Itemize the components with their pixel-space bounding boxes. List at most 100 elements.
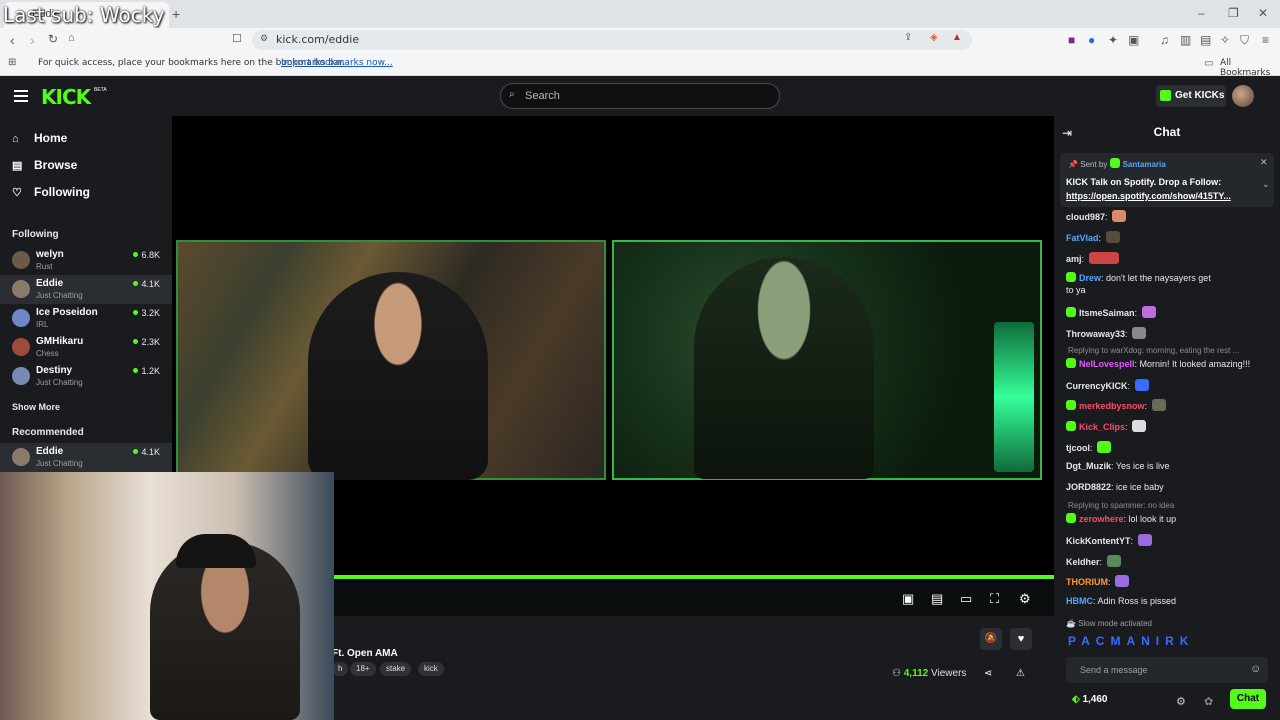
extension-icon-2[interactable]: ● [1088,33,1095,47]
brave-shield-icon[interactable]: ◈ [930,32,938,43]
sidebar-nav-home[interactable]: ⌂ Home [12,131,67,145]
sidebar-channel-destiny[interactable]: Destiny Just Chatting 1.2K [0,362,172,391]
send-chat-button[interactable]: Chat [1230,689,1266,709]
search-input[interactable]: ⌕ Search [500,83,780,109]
maximize-icon[interactable]: ❐ [1228,6,1239,20]
chat-username[interactable]: HBMC [1066,596,1093,606]
user-avatar[interactable] [1232,85,1254,107]
chat-username[interactable]: Kick_Clips [1079,422,1125,432]
chat-username[interactable]: Dgt_Muzik [1066,461,1111,471]
stream-tag[interactable]: kick [418,662,444,676]
rewards-icon[interactable]: ▲ [952,32,962,43]
extensions-puzzle-icon[interactable]: ✦ [1108,33,1118,47]
kick-logo[interactable]: KICK [41,85,91,109]
extension-icon[interactable]: ■ [1068,33,1075,47]
heart-icon: ♡ [12,187,22,199]
chat-username[interactable]: KickKontentYT [1066,536,1131,546]
media-icon[interactable]: ♫ [1160,33,1169,47]
mute-notifications-button[interactable]: 🔕 [980,628,1002,650]
unpin-icon[interactable]: ✕ [1260,157,1268,168]
player-progress-bar[interactable] [332,575,1054,579]
emoji-icon[interactable]: ☺ [1250,663,1261,675]
chat-username[interactable]: Keldher [1066,557,1100,567]
home-browser-icon[interactable]: ⌂ [68,32,75,44]
sidebar-nav-label: Home [34,131,68,145]
all-bookmarks-button[interactable]: All Bookmarks [1220,58,1280,78]
channel-points[interactable]: ⬖ 1,460 [1072,694,1108,705]
wallet-icon[interactable]: ▣ [1128,33,1139,47]
import-bookmarks-link[interactable]: Import bookmarks now... [281,58,393,68]
viewer-count-label: Viewers [931,668,967,679]
minimize-icon[interactable]: – [1198,6,1205,20]
clip-icon[interactable]: ▤ [931,591,943,607]
stream-tag[interactable]: h [332,662,349,676]
miniplayer-icon[interactable]: ▣ [902,591,914,607]
chat-settings-icon[interactable]: ⚙ [1176,695,1186,708]
chat-username[interactable]: JORD8822 [1066,482,1111,492]
apps-grid-icon[interactable]: ⊞ [8,57,16,68]
webcam-overlay [0,472,334,720]
wallet-2-icon[interactable]: ▤ [1200,33,1211,47]
chat-username[interactable]: NelLovespell [1079,359,1135,369]
chevron-down-icon[interactable]: ⌄ [1262,179,1270,190]
sidebar-nav-label: Browse [34,158,78,172]
sidebar-channel-eddie[interactable]: Eddie Just Chatting 4.1K [0,275,172,304]
following-section-title: Following [12,229,59,240]
chat-reply-context[interactable]: Replying to spammer: no idea [1068,501,1174,510]
hamburger-menu-icon[interactable] [14,90,28,102]
pinned-link[interactable]: https://open.spotify.com/show/415TY... [1066,191,1262,201]
show-more-button[interactable]: Show More [12,402,60,412]
theater-mode-icon[interactable]: ▭ [960,591,972,607]
webcam-hat [176,534,256,568]
chat-extension-icon[interactable]: ✿ [1204,695,1213,708]
sidebar-channel-welyn[interactable]: welyn Rust 6.8K [0,246,172,275]
share-icon[interactable]: ⋖ [984,668,992,679]
share-page-icon[interactable]: ⇪ [904,32,912,43]
pinned-user[interactable]: Santamaria [1123,160,1166,169]
sidebar-nav-browse[interactable]: ▤ Browse [12,158,77,172]
get-kicks-button[interactable]: Get KICKs [1156,85,1226,107]
chat-message-input[interactable]: Send a message ☺ [1066,657,1268,683]
sidebar-toggle-icon[interactable]: ▥ [1180,33,1191,47]
emote-strip[interactable]: PACMANIRK [1068,634,1194,648]
fullscreen-icon[interactable]: ⛶ [990,591,999,607]
chat-username[interactable]: tjcool [1066,443,1090,453]
chat-username[interactable]: Drew [1079,273,1101,283]
chat-username[interactable]: zerowhere [1079,514,1124,524]
bookmark-icon[interactable]: ☐ [232,32,242,45]
chat-username[interactable]: CurrencyKICK [1066,381,1128,391]
chat-username[interactable]: FatVlad [1066,233,1099,243]
chat-username[interactable]: ItsmeSaiman [1079,308,1135,318]
url-field[interactable]: ⚙ kick.com/eddie ⇪ ◈ ▲ [252,30,972,50]
report-icon[interactable]: ⚠ [1016,668,1025,679]
follow-heart-button[interactable]: ♥ [1010,628,1032,650]
chat-message: NelLovespell: Mornin! It looked amazing!… [1066,358,1250,369]
chat-reply-context[interactable]: Replying to warXdog: morning, eating the… [1068,346,1239,355]
new-tab-icon[interactable]: + [172,6,180,22]
back-icon[interactable]: ‹ [10,32,15,48]
site-info-icon[interactable]: ⚙ [260,33,268,44]
reload-icon[interactable]: ↻ [48,32,58,46]
vpn-icon[interactable]: ⛉ [1240,33,1249,48]
sidebar-channel-ice-poseidon[interactable]: Ice Poseidon IRL 3.2K [0,304,172,333]
sidebar-nav-following[interactable]: ♡ Following [12,185,90,199]
pinned-meta: 📌 Sent by Santamaria [1068,158,1166,169]
sidebar-channel-gmhikaru[interactable]: GMHikaru Chess 2.3K [0,333,172,362]
menu-icon[interactable]: ≡ [1262,33,1269,47]
chat-username[interactable]: Throwaway33 [1066,329,1125,339]
browser-tab-bar: Eddie + – ❐ ✕ [0,0,1280,28]
stream-tag[interactable]: stake [380,662,412,676]
stream-tag[interactable]: 18+ [350,662,376,676]
slow-mode-icon: ☕ [1066,619,1079,628]
close-window-icon[interactable]: ✕ [1258,6,1268,20]
leo-icon[interactable]: ✧ [1220,33,1230,47]
chat-username[interactable]: merkedbysnow [1079,401,1145,411]
chat-username[interactable]: cloud987 [1066,212,1105,222]
forward-icon[interactable]: › [30,32,35,48]
emote-icon [1106,555,1121,567]
settings-gear-icon[interactable]: ⚙ [1019,591,1031,607]
sidebar-recommended-eddie[interactable]: Eddie Just Chatting 4.1K [0,443,172,472]
chat-username[interactable]: amj [1066,254,1082,264]
chat-username[interactable]: THORIUM [1066,577,1108,587]
channel-avatar [12,367,30,385]
